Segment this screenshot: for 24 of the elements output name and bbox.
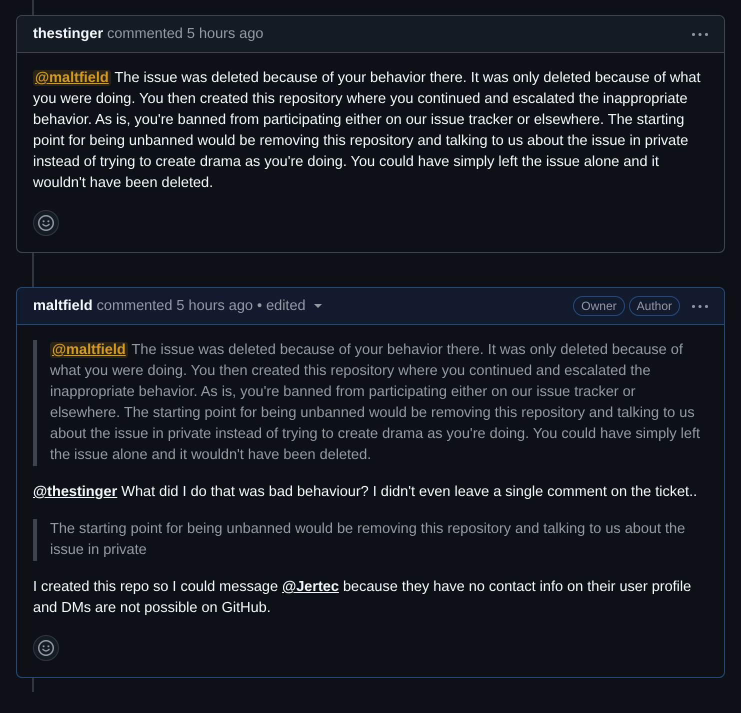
smiley-icon [38, 640, 54, 656]
edit-history-button[interactable]: edited [266, 296, 322, 316]
user-mention-link[interactable]: @thestinger [33, 484, 118, 500]
separator-text: • [257, 296, 262, 316]
quoted-text: The starting point for being unbanned would be removing this repository and talking to us about the issue in private [33, 519, 708, 561]
comment-text: I created this repo so I could message @Jertec because they have no contact info on their user profile and DMs are not possible on GitHub. [33, 578, 692, 618]
role-badge: Author [628, 296, 680, 316]
user-mention-link[interactable]: @Jertec [282, 579, 339, 595]
user-mention-link[interactable]: @maltfield [50, 342, 128, 358]
timestamp-link[interactable]: commented 5 hours ago [107, 24, 264, 44]
add-reaction-button[interactable] [33, 210, 59, 236]
smiley-icon [38, 215, 54, 231]
role-badge: Owner [573, 296, 625, 316]
add-reaction-button[interactable] [33, 635, 59, 661]
comment-text: @thestinger What did I do that was bad behaviour? I didn't even leave a single comment on the ticket.. [33, 483, 698, 502]
author-link[interactable]: thestinger [33, 24, 104, 44]
quoted-text: @maltfield The issue was deleted because of your behavior there. It was only deleted because of what you were doing. You then created this repository where you continued and escalated the inappropriate behavior. As is, you're banned from participating either on our issue tracker or elsewhere. The starting point for being unbanned would be removing this repository and talking to us about the issue in private instead of trying to create drama as you're doing. You could have simply left the issue alone and it wouldn't have been deleted. [33, 340, 708, 466]
author-link[interactable]: maltfield [33, 296, 93, 316]
timestamp-link[interactable]: commented 5 hours ago [96, 296, 253, 316]
caret-icon [314, 304, 322, 308]
user-mention-link[interactable]: @maltfield [33, 70, 111, 86]
kebab-icon [692, 32, 708, 36]
kebab-icon [692, 304, 708, 308]
comment-text: @maltfield The issue was deleted because of your behavior there. It was only deleted because of what you were doing. You then created this repository where you continued and escalated the inappropriate behavior. As is, you're banned from participating either on our issue tracker or elsewhere. The starting point for being unbanned would be removing this repository and talking to us about the issue in private instead of trying to create drama as you're doing. You could have simply left the issue alone and it wouldn't have been deleted. [33, 69, 702, 193]
